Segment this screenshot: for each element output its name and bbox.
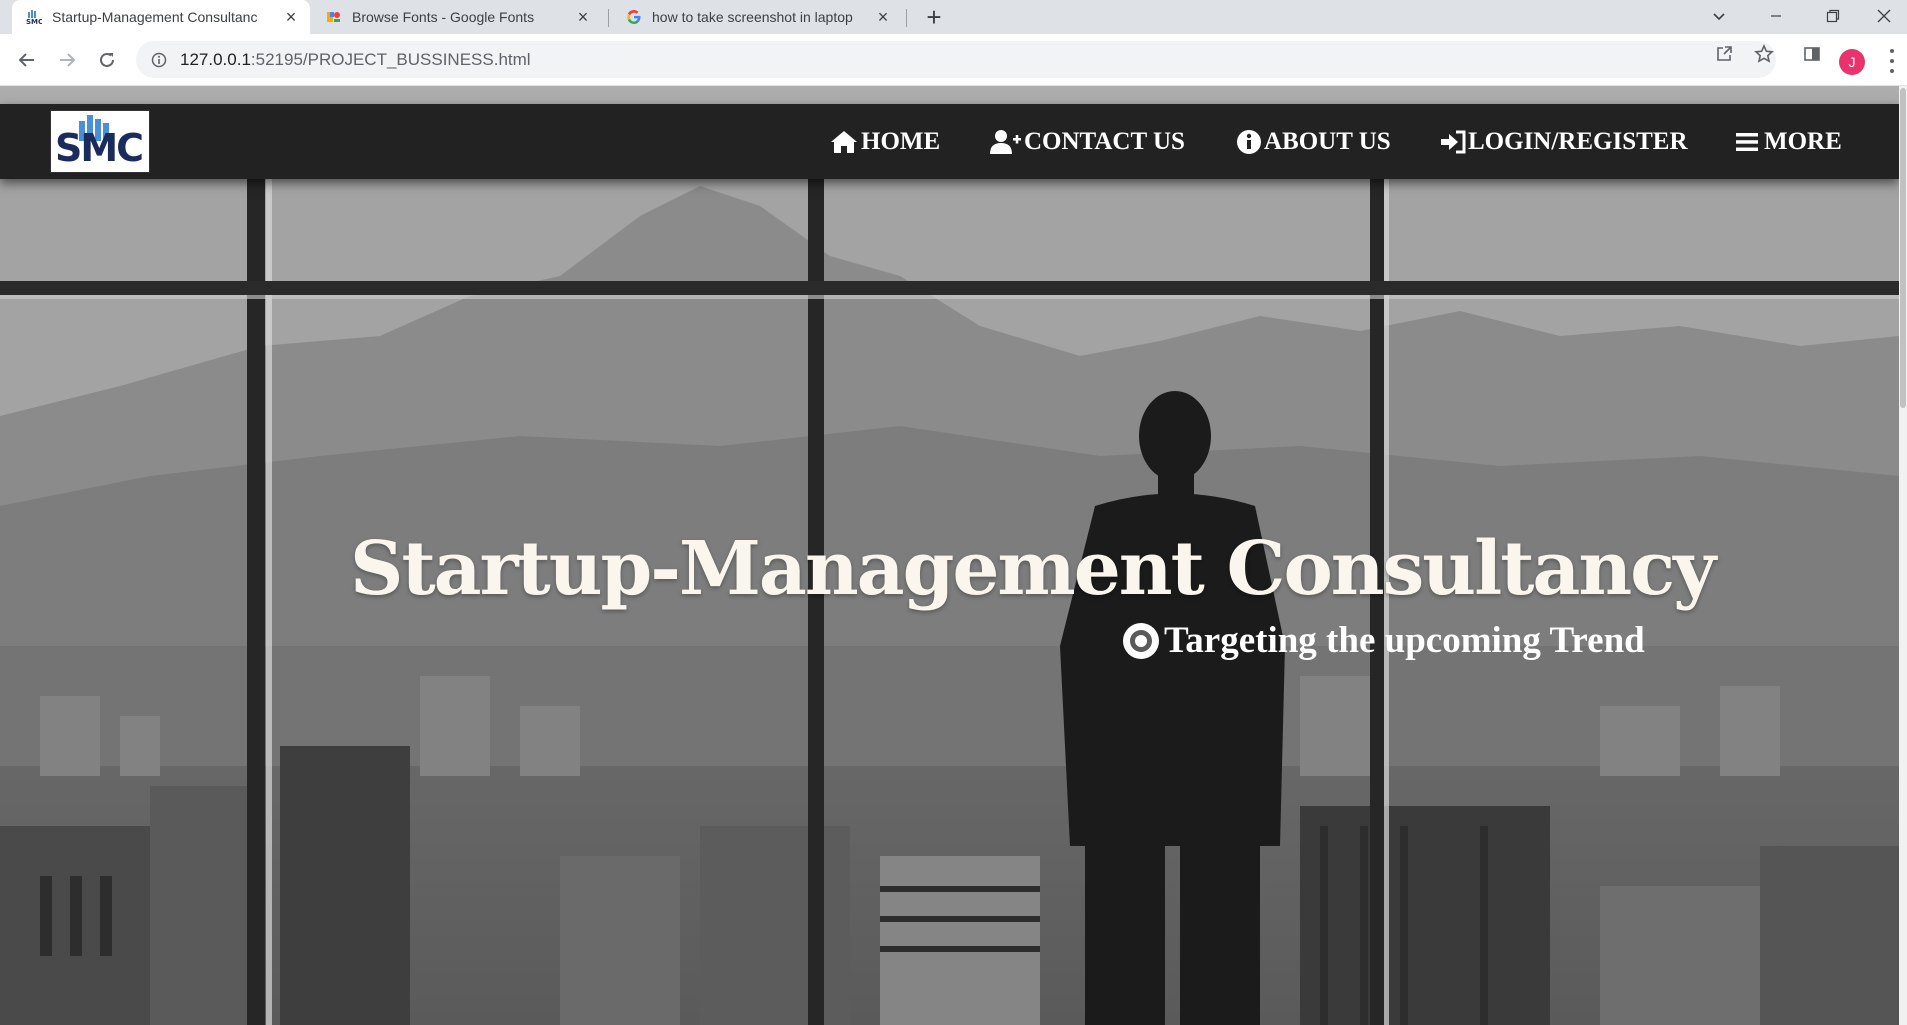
tab-title: Browse Fonts - Google Fonts bbox=[352, 9, 535, 25]
svg-text:SMC: SMC bbox=[26, 18, 42, 25]
logo-text: SMC bbox=[55, 126, 144, 170]
nav-label: LOGIN/REGISTER bbox=[1468, 127, 1688, 155]
nav-label: CONTACT US bbox=[1024, 127, 1185, 155]
bookmark-star-icon[interactable] bbox=[1752, 42, 1776, 66]
close-tab-icon[interactable]: × bbox=[282, 7, 300, 27]
nav-login-register[interactable]: LOGIN/REGISTER bbox=[1440, 104, 1688, 179]
hero-subtitle-text: Targeting the upcoming Trend bbox=[1164, 620, 1645, 661]
tab-separator bbox=[906, 9, 907, 27]
nav-contact-us[interactable]: CONTACT US bbox=[990, 104, 1185, 179]
browser-toolbar: 127.0.0.1:52195/PROJECT_BUSSINESS.html J bbox=[0, 34, 1907, 86]
close-tab-icon[interactable]: × bbox=[574, 7, 592, 27]
restore-icon[interactable] bbox=[1810, 0, 1856, 32]
profile-avatar[interactable]: J bbox=[1839, 49, 1865, 75]
back-arrow-icon[interactable] bbox=[12, 45, 42, 75]
hero-subtitle: Targeting the upcoming Trend bbox=[1122, 619, 1645, 662]
url-path: :52195/PROJECT_BUSSINESS.html bbox=[250, 49, 531, 69]
tab-startup-management[interactable]: SMC Startup-Management Consultanc × bbox=[12, 0, 310, 34]
side-panel-icon[interactable] bbox=[1800, 42, 1824, 66]
smc-favicon-icon: SMC bbox=[26, 9, 42, 25]
page-viewport: SMC HOME CONTACT US ABOUT US LOGIN/REGIS… bbox=[0, 86, 1907, 1025]
site-navbar: SMC HOME CONTACT US ABOUT US LOGIN/REGIS… bbox=[0, 104, 1899, 179]
tab-title: Startup-Management Consultanc bbox=[52, 9, 258, 25]
page-top-strip bbox=[0, 86, 1899, 104]
nav-about-us[interactable]: ABOUT US bbox=[1236, 104, 1391, 179]
reload-icon[interactable] bbox=[92, 45, 122, 75]
page-scrollbar[interactable] bbox=[1899, 86, 1907, 1025]
address-bar[interactable]: 127.0.0.1:52195/PROJECT_BUSSINESS.html bbox=[136, 41, 1776, 78]
menu-bars-icon bbox=[1736, 132, 1758, 152]
browser-menu-icon[interactable] bbox=[1884, 49, 1900, 73]
info-circle-icon bbox=[1236, 129, 1262, 155]
nav-label: HOME bbox=[861, 127, 941, 155]
google-favicon-icon bbox=[626, 9, 642, 25]
dot-circle-icon bbox=[1123, 622, 1159, 659]
tab-title: how to take screenshot in laptop bbox=[652, 9, 853, 25]
close-tab-icon[interactable]: × bbox=[874, 7, 892, 27]
tab-separator bbox=[608, 9, 609, 27]
nav-more[interactable]: MORE bbox=[1736, 104, 1842, 179]
home-icon bbox=[829, 129, 859, 155]
tab-google-search[interactable]: how to take screenshot in laptop × bbox=[612, 0, 902, 34]
minimize-icon[interactable] bbox=[1753, 0, 1799, 32]
url-host: 127.0.0.1 bbox=[180, 49, 251, 69]
tab-search-icon[interactable] bbox=[1696, 0, 1742, 32]
forward-arrow-icon[interactable] bbox=[52, 45, 82, 75]
smc-logo[interactable]: SMC bbox=[50, 110, 150, 173]
close-window-icon[interactable] bbox=[1861, 0, 1907, 32]
user-plus-icon bbox=[990, 129, 1022, 155]
browser-tabstrip: SMC Startup-Management Consultanc × Brow… bbox=[0, 0, 1907, 34]
hero-title: Startup-Management Consultancy bbox=[350, 526, 1716, 612]
share-icon[interactable] bbox=[1712, 42, 1736, 66]
sign-in-icon bbox=[1440, 130, 1466, 154]
nav-label: ABOUT US bbox=[1264, 127, 1391, 155]
google-fonts-favicon-icon bbox=[326, 9, 342, 25]
tab-google-fonts[interactable]: Browse Fonts - Google Fonts × bbox=[312, 0, 602, 34]
new-tab-button[interactable]: + bbox=[920, 2, 948, 32]
nav-home[interactable]: HOME bbox=[829, 104, 940, 179]
nav-label: MORE bbox=[1764, 127, 1842, 155]
scrollbar-thumb[interactable] bbox=[1900, 88, 1906, 408]
site-info-icon[interactable] bbox=[150, 51, 168, 69]
